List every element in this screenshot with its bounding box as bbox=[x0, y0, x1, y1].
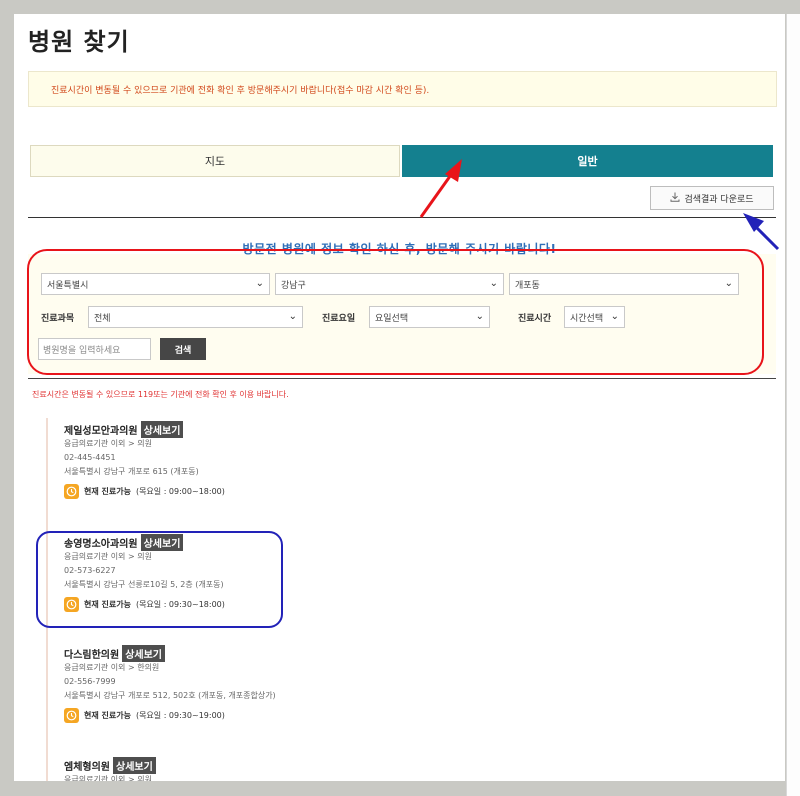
hospital-type: 응급의료기관 이외 > 한의원 bbox=[64, 663, 160, 672]
day-label: 진료요일 bbox=[322, 314, 356, 324]
region-city-select[interactable]: 서울특별시 ⌄ bbox=[41, 273, 270, 295]
hours-notice-box: 진료시간이 변동될 수 있으므로 기관에 전화 확인 후 방문해주시기 바랍니다… bbox=[28, 71, 777, 107]
hospital-address: 서울특별시 강남구 선릉로10길 5, 2층 (개포동) bbox=[64, 580, 224, 589]
detail-button[interactable]: 상세보기 bbox=[122, 644, 166, 662]
tab-general[interactable]: 일반 bbox=[402, 145, 773, 177]
section-divider bbox=[28, 217, 776, 218]
hospital-type: 응급의료기관 이외 > 의원 bbox=[64, 439, 152, 448]
search-button[interactable]: 검색 bbox=[160, 338, 206, 360]
hospital-name: 엠체형의원 bbox=[64, 761, 110, 773]
open-status: 현재 진료가능 (목요일 : 09:00~18:00) bbox=[64, 484, 225, 499]
clock-icon bbox=[64, 484, 79, 499]
tab-map[interactable]: 지도 bbox=[30, 145, 400, 177]
status-label: 현재 진료가능 bbox=[84, 600, 131, 609]
hospital-address: 서울특별시 강남구 개포로 512, 502호 (개포동, 개포종합상가) bbox=[64, 691, 276, 700]
status-hours: (목요일 : 09:00~18:00) bbox=[135, 487, 225, 496]
day-select[interactable]: 요일선택 ⌄ bbox=[369, 306, 490, 328]
hospital-search-page: 병원 찾기 진료시간이 변동될 수 있으므로 기관에 전화 확인 후 방문해주시… bbox=[14, 14, 785, 781]
hospital-type: 응급의료기관 이외 > 의원 bbox=[64, 775, 152, 781]
chevron-down-icon: ⌄ bbox=[475, 311, 484, 322]
hospital-phone: 02-573-6227 bbox=[64, 566, 116, 575]
window-edge bbox=[786, 14, 800, 796]
hospital-name: 다스림한의원 bbox=[64, 649, 120, 661]
window-bottom-edge bbox=[0, 781, 786, 796]
list-item: 제일성모안과의원 상세보기 응급의료기관 이외 > 의원 02-445-4451… bbox=[64, 420, 225, 499]
hospital-name: 제일성모안과의원 bbox=[64, 425, 138, 437]
hospital-phone: 02-556-7999 bbox=[64, 677, 116, 686]
visit-heading: 방문전 병원에 정보 확인 하신 후, 방문해 주시기 바랍니다! bbox=[242, 242, 557, 256]
results-timeline bbox=[46, 418, 48, 781]
time-label: 진료시간 bbox=[518, 314, 552, 324]
region-district-select[interactable]: 강남구 ⌄ bbox=[275, 273, 504, 295]
list-item: 엠체형의원 상세보기 응급의료기관 이외 > 의원 bbox=[64, 756, 156, 781]
hospital-name-input[interactable]: 병원명을 입력하세요 bbox=[38, 338, 151, 360]
region-dong-select[interactable]: 개포동 ⌄ bbox=[509, 273, 739, 295]
hospital-address: 서울특별시 강남구 개포로 615 (개포동) bbox=[64, 467, 199, 476]
status-label: 현재 진료가능 bbox=[84, 711, 131, 720]
department-select[interactable]: 전체 ⌄ bbox=[88, 306, 303, 328]
status-hours: (목요일 : 09:30~19:00) bbox=[135, 711, 225, 720]
list-item: 다스림한의원 상세보기 응급의료기관 이외 > 한의원 02-556-7999 … bbox=[64, 644, 276, 723]
page-title: 병원 찾기 bbox=[28, 28, 130, 56]
detail-button[interactable]: 상세보기 bbox=[140, 420, 184, 438]
list-item: 송영명소아과의원 상세보기 응급의료기관 이외 > 의원 02-573-6227… bbox=[64, 533, 225, 612]
chevron-down-icon: ⌄ bbox=[724, 278, 733, 289]
results-notice: 진료시간은 변동될 수 있으므로 119또는 기관에 전화 확인 후 이용 바랍… bbox=[32, 390, 289, 399]
chevron-down-icon: ⌄ bbox=[288, 311, 297, 322]
detail-button[interactable]: 상세보기 bbox=[140, 533, 184, 551]
open-status: 현재 진료가능 (목요일 : 09:30~18:00) bbox=[64, 597, 225, 612]
download-icon bbox=[670, 192, 680, 205]
download-results-label: 검색결과 다운로드 bbox=[684, 194, 754, 205]
hospital-phone: 02-445-4451 bbox=[64, 453, 116, 462]
clock-icon bbox=[64, 597, 79, 612]
status-hours: (목요일 : 09:30~18:00) bbox=[135, 600, 225, 609]
hospital-name: 송영명소아과의원 bbox=[64, 538, 138, 550]
chevron-down-icon: ⌄ bbox=[610, 311, 619, 322]
download-results-button[interactable]: 검색결과 다운로드 bbox=[650, 186, 774, 210]
chevron-down-icon: ⌄ bbox=[489, 278, 498, 289]
time-select[interactable]: 시간선택 ⌄ bbox=[564, 306, 625, 328]
detail-button[interactable]: 상세보기 bbox=[113, 756, 156, 774]
chevron-down-icon: ⌄ bbox=[255, 278, 264, 289]
results-divider bbox=[28, 378, 776, 379]
hospital-type: 응급의료기관 이외 > 의원 bbox=[64, 552, 152, 561]
open-status: 현재 진료가능 (목요일 : 09:30~19:00) bbox=[64, 708, 276, 723]
hours-notice-text: 진료시간이 변동될 수 있으므로 기관에 전화 확인 후 방문해주시기 바랍니다… bbox=[51, 86, 430, 96]
status-label: 현재 진료가능 bbox=[84, 487, 131, 496]
clock-icon bbox=[64, 708, 79, 723]
department-label: 진료과목 bbox=[41, 314, 75, 324]
